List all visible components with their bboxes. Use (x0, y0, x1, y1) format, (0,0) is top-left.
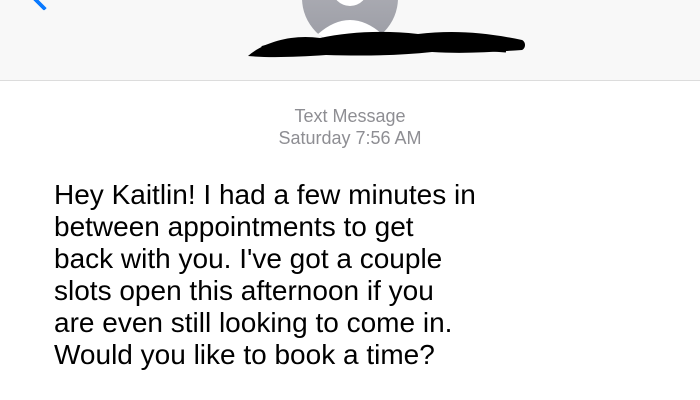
thread-timestamp: Saturday 7:56 AM (278, 128, 422, 148)
thread-metadata: Text Message Saturday 7:56 AM (0, 105, 700, 149)
chevron-left-icon[interactable] (27, 0, 61, 11)
service-label: Text Message (294, 106, 406, 126)
conversation-header (0, 0, 700, 80)
conversation-view: Text Message Saturday 7:56 AM Hey Kaitli… (0, 81, 700, 400)
contact-name-redacted (248, 31, 525, 58)
incoming-message[interactable]: Hey Kaitlin! I had a few minutes in betw… (54, 179, 674, 371)
